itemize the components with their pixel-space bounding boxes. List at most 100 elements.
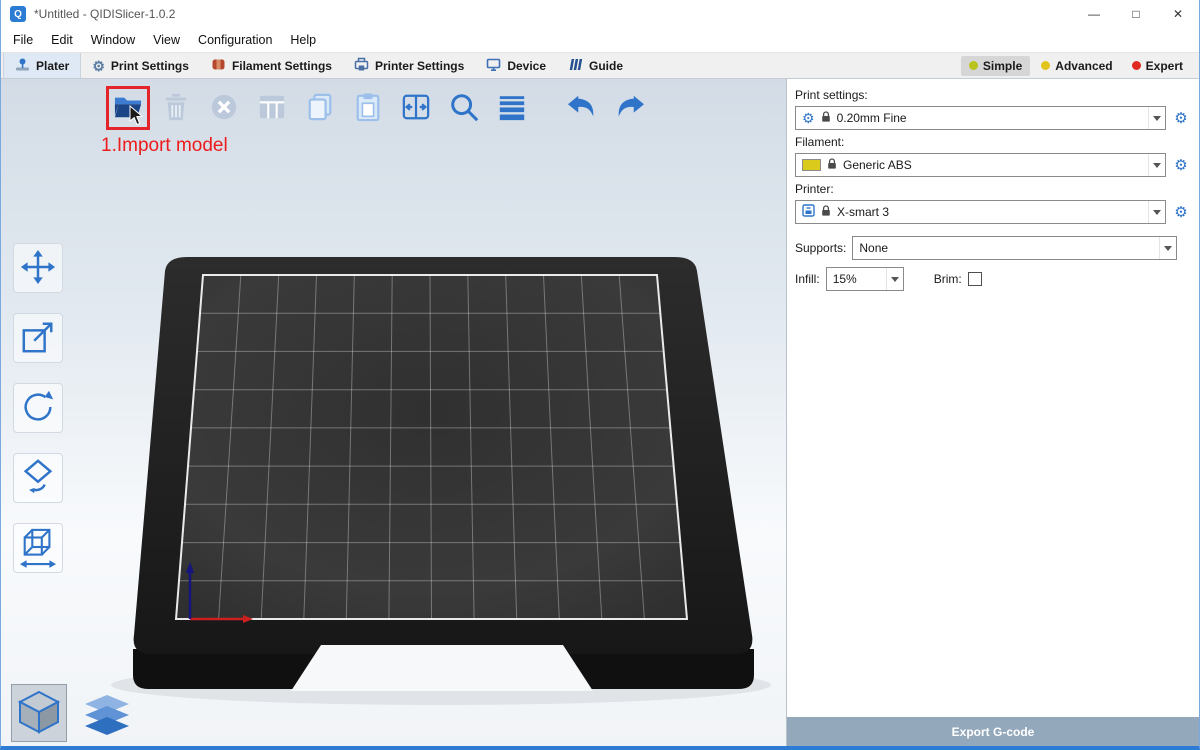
copy-button[interactable] bbox=[301, 89, 339, 127]
undo-icon bbox=[565, 93, 599, 124]
measure-icon bbox=[19, 526, 57, 571]
advanced-mode-dot bbox=[1041, 61, 1050, 70]
tab-filament-settings[interactable]: Filament Settings bbox=[200, 53, 343, 78]
chevron-down-icon bbox=[1159, 237, 1176, 259]
printer-combo[interactable]: X-smart 3 bbox=[795, 200, 1166, 224]
menu-configuration[interactable]: Configuration bbox=[189, 33, 281, 47]
print-settings-label: Print settings: bbox=[795, 88, 1191, 102]
viewport-3d[interactable]: 1.Import model bbox=[1, 79, 786, 746]
redo-button[interactable] bbox=[611, 89, 649, 127]
delete-icon bbox=[162, 92, 190, 125]
settings-sidebar: Print settings: ⚙ 0.20mm Fine ⚙ Filament… bbox=[786, 79, 1199, 746]
expert-mode-dot bbox=[1132, 61, 1141, 70]
split-objects-icon bbox=[401, 93, 431, 124]
supports-combo[interactable]: None bbox=[852, 236, 1177, 260]
menu-help[interactable]: Help bbox=[281, 33, 325, 47]
brim-checkbox[interactable] bbox=[968, 272, 982, 286]
close-button[interactable]: ✕ bbox=[1157, 0, 1199, 28]
mouse-cursor bbox=[129, 105, 145, 127]
mode-simple[interactable]: Simple bbox=[961, 56, 1030, 76]
filament-gear-button[interactable]: ⚙ bbox=[1171, 158, 1191, 173]
copy-icon bbox=[306, 92, 334, 125]
scale-icon bbox=[20, 319, 56, 358]
simple-mode-dot bbox=[969, 61, 978, 70]
brim-label: Brim: bbox=[934, 272, 962, 286]
redo-icon bbox=[613, 93, 647, 124]
menu-edit[interactable]: Edit bbox=[42, 33, 82, 47]
delete-button[interactable] bbox=[157, 89, 195, 127]
chevron-down-icon bbox=[1148, 201, 1165, 223]
variable-layer-height-button[interactable] bbox=[493, 89, 531, 127]
lock-icon bbox=[821, 205, 831, 220]
printer-label: Printer: bbox=[795, 182, 1191, 196]
plater-icon bbox=[15, 57, 30, 75]
mode-expert[interactable]: Expert bbox=[1124, 56, 1191, 76]
filament-color-swatch bbox=[802, 159, 821, 171]
paste-icon bbox=[354, 92, 382, 125]
gear-icon: ⚙ bbox=[92, 59, 105, 73]
split-objects-button[interactable] bbox=[397, 89, 435, 127]
move-button[interactable] bbox=[13, 243, 63, 293]
view-switcher bbox=[11, 684, 135, 742]
print-settings-combo[interactable]: ⚙ 0.20mm Fine bbox=[795, 106, 1166, 130]
lock-icon bbox=[821, 111, 831, 126]
print-bed bbox=[1, 79, 786, 746]
paste-button[interactable] bbox=[349, 89, 387, 127]
device-icon bbox=[486, 57, 501, 75]
maximize-button[interactable]: □ bbox=[1115, 0, 1157, 28]
measure-button[interactable] bbox=[13, 523, 63, 573]
app-window: Q *Untitled - QIDISlicer-1.0.2 — □ ✕ Fil… bbox=[0, 0, 1200, 750]
lock-icon bbox=[827, 158, 837, 173]
undo-button[interactable] bbox=[563, 89, 601, 127]
scale-button[interactable] bbox=[13, 313, 63, 363]
printer-gear-button[interactable]: ⚙ bbox=[1171, 205, 1191, 220]
menu-view[interactable]: View bbox=[144, 33, 189, 47]
import-annotation: 1.Import model bbox=[101, 135, 228, 157]
menubar: File Edit Window View Configuration Help bbox=[1, 28, 1199, 52]
menu-file[interactable]: File bbox=[4, 33, 42, 47]
tab-print-settings[interactable]: ⚙ Print Settings bbox=[81, 53, 200, 78]
tab-plater[interactable]: Plater bbox=[3, 53, 81, 78]
minimize-button[interactable]: — bbox=[1073, 0, 1115, 28]
print-settings-value: 0.20mm Fine bbox=[837, 111, 1142, 125]
variable-layer-height-icon bbox=[497, 92, 527, 125]
printer-icon bbox=[354, 57, 369, 75]
printer-value: X-smart 3 bbox=[837, 205, 1142, 219]
rotate-button[interactable] bbox=[13, 383, 63, 433]
gizmo-toolbar bbox=[13, 243, 63, 573]
infill-label: Infill: bbox=[795, 272, 820, 286]
tab-guide[interactable]: Guide bbox=[557, 53, 634, 78]
3d-cube-icon bbox=[18, 690, 60, 737]
search-button[interactable] bbox=[445, 89, 483, 127]
filament-combo[interactable]: Generic ABS bbox=[795, 153, 1166, 177]
export-gcode-button[interactable]: Export G-code bbox=[787, 717, 1199, 746]
chevron-down-icon bbox=[1148, 107, 1165, 129]
supports-value: None bbox=[859, 241, 1153, 255]
preview-sliced-view-button[interactable] bbox=[79, 692, 135, 742]
tabbar: Plater ⚙ Print Settings Filament Setting… bbox=[1, 52, 1199, 79]
chevron-down-icon bbox=[1148, 154, 1165, 176]
tab-device[interactable]: Device bbox=[475, 53, 557, 78]
viewport-toolbar bbox=[109, 89, 649, 127]
menu-window[interactable]: Window bbox=[82, 33, 144, 47]
window-controls: — □ ✕ bbox=[1073, 0, 1199, 28]
infill-value: 15% bbox=[833, 272, 880, 286]
place-on-face-icon bbox=[19, 458, 57, 499]
search-icon bbox=[448, 91, 480, 126]
chevron-down-icon bbox=[886, 268, 903, 290]
mode-advanced[interactable]: Advanced bbox=[1033, 56, 1120, 76]
rotate-icon bbox=[19, 388, 57, 429]
delete-all-button[interactable] bbox=[205, 89, 243, 127]
infill-combo[interactable]: 15% bbox=[826, 267, 904, 291]
printer-icon bbox=[802, 204, 815, 220]
print-settings-gear-button[interactable]: ⚙ bbox=[1171, 111, 1191, 126]
place-on-face-button[interactable] bbox=[13, 453, 63, 503]
tab-printer-settings[interactable]: Printer Settings bbox=[343, 53, 475, 78]
filament-label: Filament: bbox=[795, 135, 1191, 149]
move-icon bbox=[20, 249, 56, 288]
sliced-layers-icon bbox=[83, 695, 131, 740]
arrange-icon bbox=[257, 92, 287, 125]
3d-editor-view-button[interactable] bbox=[11, 684, 67, 742]
filament-icon bbox=[211, 57, 226, 75]
arrange-button[interactable] bbox=[253, 89, 291, 127]
